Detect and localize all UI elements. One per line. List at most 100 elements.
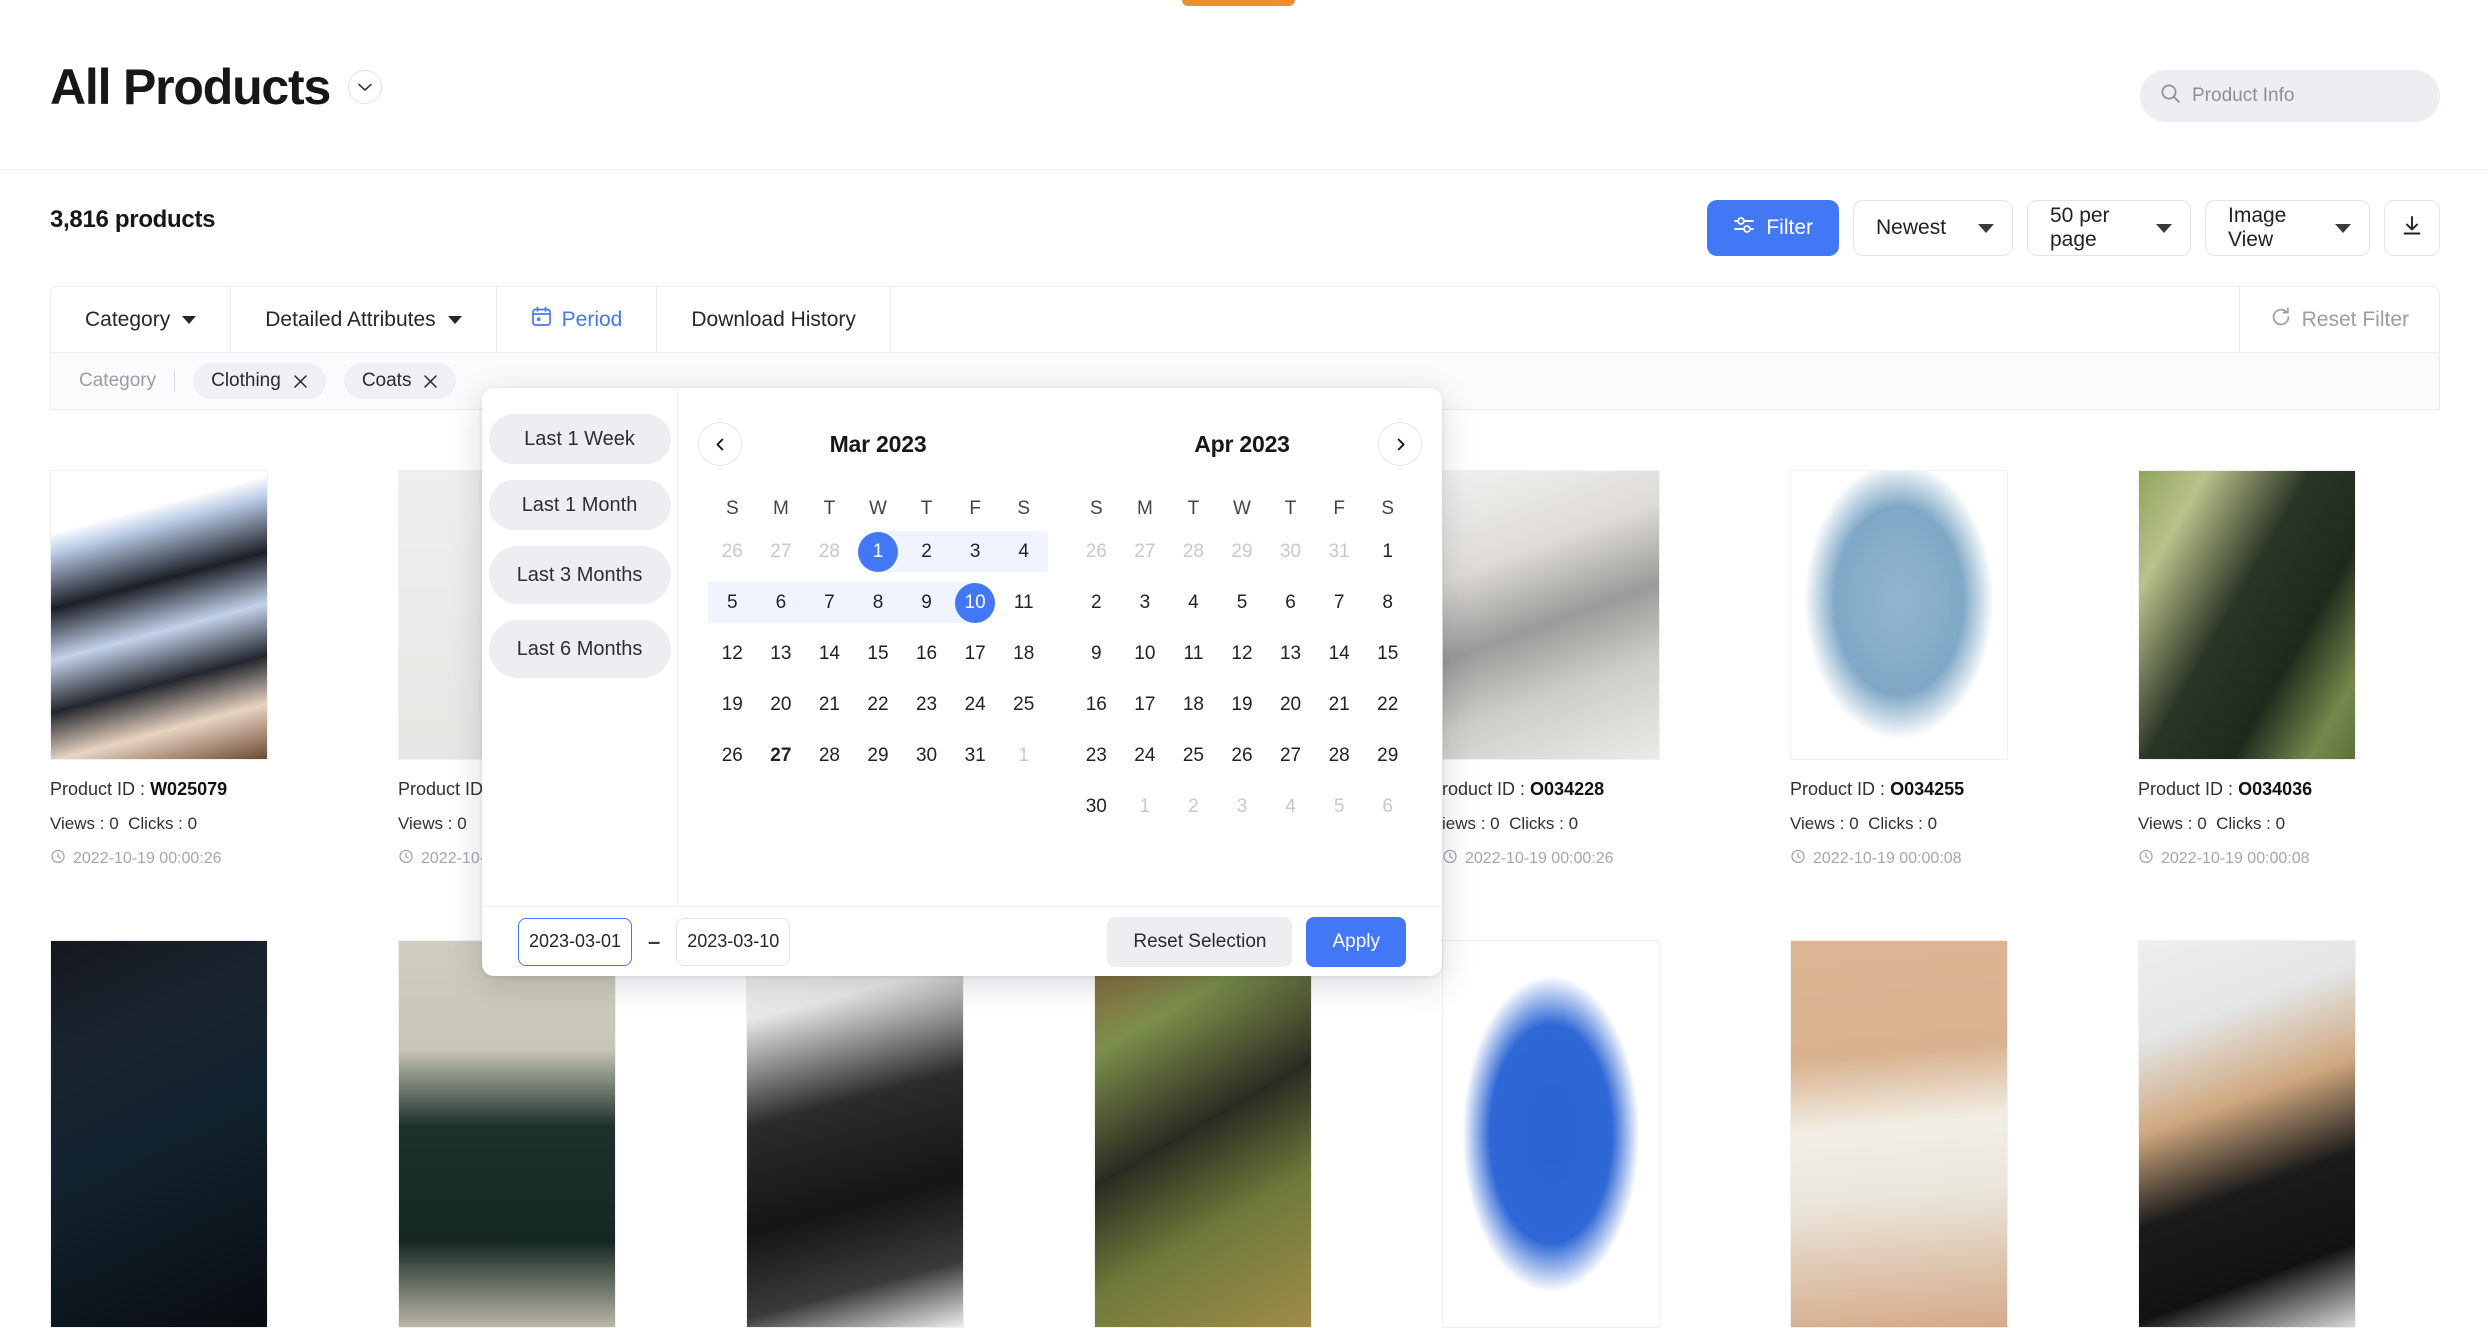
calendar-day[interactable]: 4 bbox=[1169, 577, 1218, 628]
calendar-day[interactable]: 25 bbox=[1169, 730, 1218, 781]
product-image[interactable] bbox=[50, 940, 268, 1328]
chevron-left-icon[interactable] bbox=[698, 422, 742, 466]
preset-last-6-months[interactable]: Last 6 Months bbox=[488, 620, 671, 678]
end-date-input[interactable] bbox=[676, 917, 791, 966]
calendar-day-label: 30 bbox=[1085, 795, 1107, 817]
calendar-day[interactable]: 30 bbox=[902, 730, 951, 781]
calendar-day[interactable]: 8 bbox=[1363, 577, 1412, 628]
calendar-day[interactable]: 7 bbox=[1315, 577, 1364, 628]
product-image[interactable] bbox=[1442, 940, 1660, 1328]
preset-last-1-week[interactable]: Last 1 Week bbox=[488, 414, 671, 464]
calendar-day[interactable]: 26 bbox=[708, 730, 757, 781]
calendar-day[interactable]: 4 bbox=[999, 526, 1048, 577]
calendar-day[interactable]: 14 bbox=[1315, 628, 1364, 679]
calendar-day[interactable]: 1 bbox=[1363, 526, 1412, 577]
calendar-day[interactable]: 5 bbox=[708, 577, 757, 628]
calendar-day[interactable]: 16 bbox=[902, 628, 951, 679]
calendar-day[interactable]: 19 bbox=[1218, 679, 1267, 730]
search-input[interactable] bbox=[2192, 85, 2412, 107]
calendar-day[interactable]: 18 bbox=[999, 628, 1048, 679]
product-image[interactable] bbox=[1790, 470, 2008, 760]
product-image[interactable] bbox=[2138, 940, 2356, 1328]
calendar-day[interactable]: 29 bbox=[1363, 730, 1412, 781]
calendar-day[interactable]: 10 bbox=[1121, 628, 1170, 679]
calendar-day[interactable]: 22 bbox=[1363, 679, 1412, 730]
per-page-select[interactable]: 50 per page bbox=[2027, 200, 2191, 256]
calendar-day[interactable]: 15 bbox=[1363, 628, 1412, 679]
calendar-day[interactable]: 21 bbox=[805, 679, 854, 730]
calendar-day[interactable]: 19 bbox=[708, 679, 757, 730]
calendar-day[interactable]: 15 bbox=[854, 628, 903, 679]
calendar-day[interactable]: 8 bbox=[853, 577, 903, 628]
filter-tab-category[interactable]: Category bbox=[51, 287, 232, 352]
calendar-day[interactable]: 25 bbox=[999, 679, 1048, 730]
calendar-day[interactable]: 16 bbox=[1072, 679, 1121, 730]
reset-selection-button[interactable]: Reset Selection bbox=[1107, 916, 1293, 967]
search-box[interactable] bbox=[2140, 70, 2440, 122]
close-icon[interactable] bbox=[293, 374, 308, 389]
calendar-day[interactable]: 14 bbox=[805, 628, 854, 679]
product-image[interactable] bbox=[1442, 470, 1660, 760]
preset-last-3-months[interactable]: Last 3 Months bbox=[488, 546, 671, 604]
calendar-day[interactable]: 9 bbox=[1072, 628, 1121, 679]
calendar-day[interactable]: 29 bbox=[854, 730, 903, 781]
calendar-day[interactable]: 27 bbox=[1266, 730, 1315, 781]
calendar-day[interactable]: 17 bbox=[951, 628, 1000, 679]
calendar-day[interactable]: 1 bbox=[854, 526, 903, 577]
filter-tab-period[interactable]: Period bbox=[497, 287, 658, 352]
dow-label: M bbox=[1136, 498, 1153, 519]
calendar-day[interactable]: 12 bbox=[1218, 628, 1267, 679]
preset-last-1-month[interactable]: Last 1 Month bbox=[488, 480, 671, 530]
download-button[interactable] bbox=[2384, 200, 2440, 256]
calendar-day[interactable]: 7 bbox=[805, 577, 854, 628]
calendar-day[interactable]: 30 bbox=[1072, 781, 1121, 832]
calendar-day[interactable]: 2 bbox=[1072, 577, 1121, 628]
view-mode-select[interactable]: Image View bbox=[2205, 200, 2370, 256]
calendar-day[interactable]: 31 bbox=[951, 730, 1000, 781]
calendar-day[interactable]: 13 bbox=[1266, 628, 1315, 679]
filter-button[interactable]: Filter bbox=[1707, 200, 1839, 256]
product-image[interactable] bbox=[50, 470, 268, 760]
calendar-day[interactable]: 18 bbox=[1169, 679, 1218, 730]
product-image[interactable] bbox=[2138, 470, 2356, 760]
chevron-down-icon[interactable] bbox=[348, 70, 383, 104]
apply-button[interactable]: Apply bbox=[1306, 916, 1406, 967]
calendar-day[interactable]: 26 bbox=[1218, 730, 1267, 781]
product-meta: Product ID : W025079 Views : 0 Clicks : … bbox=[50, 760, 268, 869]
calendar-day[interactable]: 23 bbox=[1072, 730, 1121, 781]
calendar-day[interactable]: 23 bbox=[902, 679, 951, 730]
calendar-day[interactable]: 22 bbox=[854, 679, 903, 730]
filter-tab-detailed-attributes[interactable]: Detailed Attributes bbox=[231, 287, 497, 352]
calendar-day[interactable]: 3 bbox=[1121, 577, 1170, 628]
calendar-day[interactable]: 21 bbox=[1315, 679, 1364, 730]
filter-tab-download-history[interactable]: Download History bbox=[657, 287, 891, 352]
reset-filter-button[interactable]: Reset Filter bbox=[2240, 287, 2439, 352]
calendar-day[interactable]: 28 bbox=[805, 730, 854, 781]
calendar-day[interactable]: 2 bbox=[902, 526, 951, 577]
calendar-day[interactable]: 11 bbox=[999, 577, 1048, 628]
calendar-day[interactable]: 9 bbox=[902, 577, 951, 628]
product-image[interactable] bbox=[746, 940, 964, 1328]
calendar-day[interactable]: 11 bbox=[1169, 628, 1218, 679]
start-date-input[interactable] bbox=[518, 917, 632, 966]
product-image[interactable] bbox=[1790, 940, 2008, 1328]
calendar-day[interactable]: 6 bbox=[756, 577, 806, 628]
chevron-right-icon[interactable] bbox=[1378, 422, 1422, 466]
calendar-day[interactable]: 24 bbox=[951, 679, 1000, 730]
product-image[interactable] bbox=[1094, 940, 1312, 1328]
calendar-day[interactable]: 10 bbox=[950, 577, 1000, 628]
calendar-day[interactable]: 3 bbox=[950, 526, 1000, 577]
calendar-day[interactable]: 17 bbox=[1121, 679, 1170, 730]
calendar-day[interactable]: 24 bbox=[1121, 730, 1170, 781]
calendar-day[interactable]: 20 bbox=[757, 679, 806, 730]
sort-select[interactable]: Newest bbox=[1853, 200, 2013, 256]
calendar-day[interactable]: 5 bbox=[1218, 577, 1267, 628]
calendar-day[interactable]: 20 bbox=[1266, 679, 1315, 730]
product-image[interactable] bbox=[398, 940, 616, 1328]
calendar-day[interactable]: 13 bbox=[757, 628, 806, 679]
calendar-day[interactable]: 28 bbox=[1315, 730, 1364, 781]
close-icon[interactable] bbox=[423, 374, 438, 389]
calendar-day[interactable]: 12 bbox=[708, 628, 757, 679]
calendar-day[interactable]: 6 bbox=[1266, 577, 1315, 628]
calendar-day[interactable]: 27 bbox=[757, 730, 806, 781]
